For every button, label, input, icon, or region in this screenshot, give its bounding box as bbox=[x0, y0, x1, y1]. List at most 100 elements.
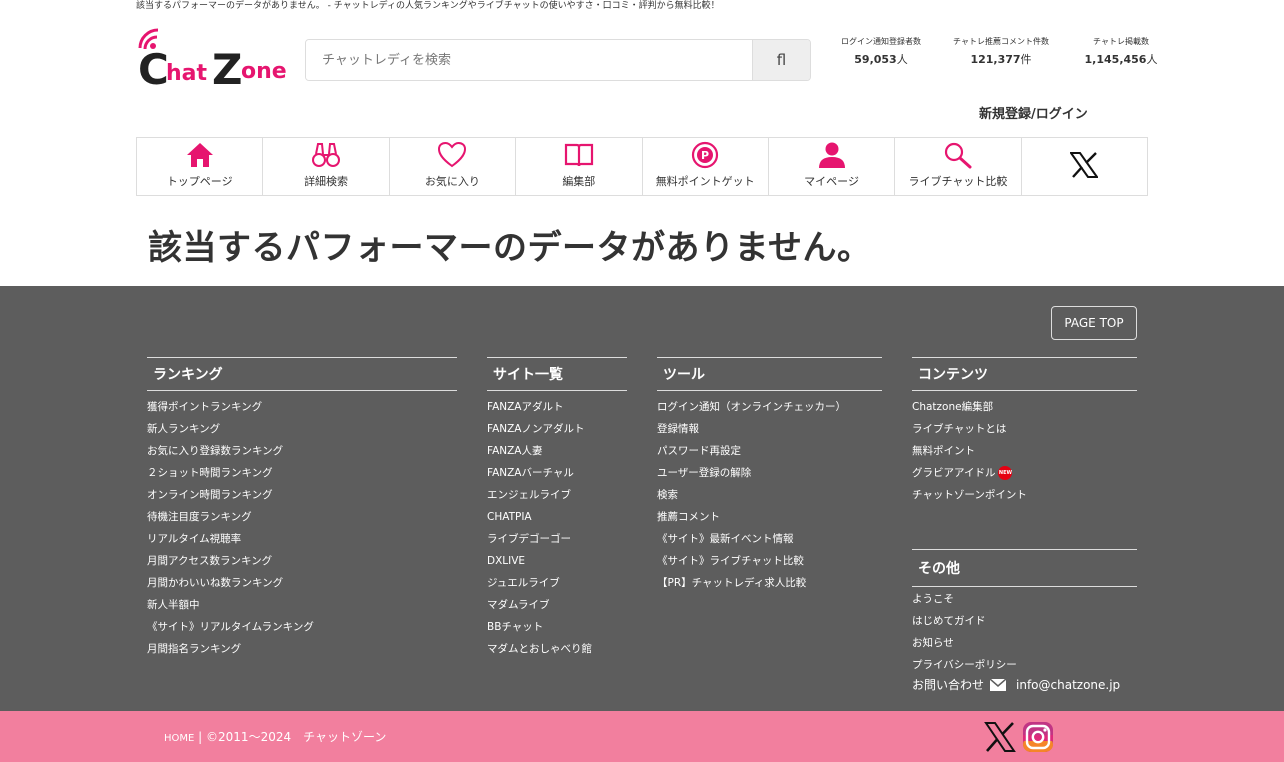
footer-heading: ランキング bbox=[147, 357, 457, 391]
stats: ログイン通知登録者数 59,053人 チャトレ推薦コメント件数 121,377件… bbox=[821, 36, 1181, 67]
footer-link[interactable]: 《サイト》リアルタイムランキング bbox=[147, 616, 457, 638]
footer-link[interactable]: CHATPIA bbox=[487, 506, 627, 528]
stat-label: チャトレ掲載数 bbox=[1093, 37, 1149, 46]
main-nav: トップページ 詳細検索 お気に入り 編集部 P 無料ポイントゲット マイページ … bbox=[136, 137, 1148, 196]
stat-unit: 人 bbox=[896, 53, 908, 66]
search-input[interactable] bbox=[306, 40, 752, 80]
footer-link[interactable]: 月間アクセス数ランキング bbox=[147, 550, 457, 572]
footer-link[interactable]: マダムとおしゃべり館 bbox=[487, 638, 627, 660]
footer-link[interactable]: DXLIVE bbox=[487, 550, 627, 572]
page-top-button[interactable]: PAGE TOP bbox=[1051, 306, 1137, 340]
stat-value: 121,377 bbox=[970, 53, 1021, 66]
footer-link[interactable]: Chatzone編集部 bbox=[912, 396, 1137, 418]
footer-link[interactable]: 月間指名ランキング bbox=[147, 638, 457, 660]
footer-link[interactable]: 《サイト》ライブチャット比較 bbox=[657, 550, 882, 572]
book-icon bbox=[564, 143, 593, 167]
footer-link-gravure[interactable]: グラビアアイドル NEW bbox=[912, 462, 1137, 484]
chatzone-logo[interactable]: C hat Z one bbox=[136, 28, 287, 94]
stat-value: 1,145,456 bbox=[1084, 53, 1147, 66]
nav-label: ライブチャット比較 bbox=[908, 175, 1008, 188]
magnifier-icon bbox=[944, 142, 972, 169]
social-links bbox=[984, 721, 1054, 753]
copyright: HOME | ©2011〜2024 チャットゾーン bbox=[164, 728, 386, 745]
nav-item-x[interactable] bbox=[1022, 138, 1147, 195]
copyright-text: ©2011〜2024 チャットゾーン bbox=[206, 730, 387, 744]
x-icon bbox=[1070, 151, 1099, 178]
footer-link[interactable]: チャットゾーンポイント bbox=[912, 484, 1137, 506]
nav-item-compare[interactable]: ライブチャット比較 bbox=[895, 138, 1022, 195]
footer-link[interactable]: マダムライブ bbox=[487, 594, 627, 616]
signup-login-link[interactable]: 新規登録/ログイン bbox=[979, 103, 1088, 122]
footer-link[interactable]: 新人ランキング bbox=[147, 418, 457, 440]
footer-link[interactable]: リアルタイム視聴率 bbox=[147, 528, 457, 550]
footer-link[interactable]: 月間かわいいね数ランキング bbox=[147, 572, 457, 594]
separator: | bbox=[198, 730, 207, 744]
binoculars-icon bbox=[312, 143, 341, 167]
footer-link-label: グラビアアイドル bbox=[912, 467, 996, 479]
footer-other: その他 ようこそ はじめてガイド お知らせ プライバシーポリシー bbox=[912, 549, 1137, 676]
search-button[interactable]: fl bbox=[752, 40, 810, 80]
stat-login-notify: ログイン通知登録者数 59,053人 bbox=[821, 36, 941, 67]
svg-text:Z: Z bbox=[212, 45, 242, 88]
instagram-icon[interactable] bbox=[1022, 721, 1054, 753]
mail-icon bbox=[990, 678, 1007, 691]
footer-link[interactable]: 無料ポイント bbox=[912, 440, 1137, 462]
nav-label: 編集部 bbox=[562, 175, 596, 188]
stat-comments: チャトレ推薦コメント件数 121,377件 bbox=[941, 36, 1061, 67]
home-icon bbox=[186, 143, 213, 167]
footer-link[interactable]: 推薦コメント bbox=[657, 506, 882, 528]
footer-link[interactable]: FANZAノンアダルト bbox=[487, 418, 627, 440]
footer-heading: サイト一覧 bbox=[487, 357, 627, 391]
footer-link[interactable]: ２ショット時間ランキング bbox=[147, 462, 457, 484]
contact-email-link[interactable]: info@chatzone.jp bbox=[1016, 678, 1120, 692]
top-notice: 該当するパフォーマーのデータがありません。 - チャットレディの人気ランキングや… bbox=[136, 1, 720, 11]
footer-link[interactable]: エンジェルライブ bbox=[487, 484, 627, 506]
footer-link[interactable]: プライバシーポリシー bbox=[912, 654, 1137, 676]
stat-listings: チャトレ掲載数 1,145,456人 bbox=[1061, 36, 1181, 67]
footer-link[interactable]: お知らせ bbox=[912, 632, 1137, 654]
footer: PAGE TOP ランキング 獲得ポイントランキング 新人ランキング お気に入り… bbox=[0, 286, 1284, 711]
footer-link[interactable]: ライブチャットとは bbox=[912, 418, 1137, 440]
footer-link[interactable]: 待機注目度ランキング bbox=[147, 506, 457, 528]
footer-link[interactable]: ライブデゴーゴー bbox=[487, 528, 627, 550]
nav-label: 無料ポイントゲット bbox=[655, 175, 755, 188]
footer-sites: サイト一覧 FANZAアダルト FANZAノンアダルト FANZA人妻 FANZ… bbox=[487, 357, 627, 660]
stat-label: ログイン通知登録者数 bbox=[841, 37, 921, 46]
home-link[interactable]: HOME bbox=[164, 733, 194, 744]
svg-text:C: C bbox=[138, 45, 169, 88]
nav-item-top[interactable]: トップページ bbox=[137, 138, 264, 195]
x-icon[interactable] bbox=[984, 721, 1016, 753]
footer-link[interactable]: パスワード再設定 bbox=[657, 440, 882, 462]
footer-link[interactable]: FANZA人妻 bbox=[487, 440, 627, 462]
nav-label: トップページ bbox=[166, 175, 233, 188]
footer-link[interactable]: ようこそ bbox=[912, 588, 1137, 610]
footer-link[interactable]: FANZAバーチャル bbox=[487, 462, 627, 484]
nav-item-mypage[interactable]: マイページ bbox=[769, 138, 896, 195]
footer-link[interactable]: お気に入り登録数ランキング bbox=[147, 440, 457, 462]
footer-link[interactable]: 獲得ポイントランキング bbox=[147, 396, 457, 418]
footer-link[interactable]: FANZAアダルト bbox=[487, 396, 627, 418]
footer-link[interactable]: ログイン通知（オンラインチェッカー） bbox=[657, 396, 882, 418]
footer-link[interactable]: 新人半額中 bbox=[147, 594, 457, 616]
point-icon: P bbox=[692, 141, 719, 169]
footer-link[interactable]: 【PR】チャットレディ求人比較 bbox=[657, 572, 882, 594]
footer-link[interactable]: 《サイト》最新イベント情報 bbox=[657, 528, 882, 550]
nav-item-free-points[interactable]: P 無料ポイントゲット bbox=[643, 138, 769, 195]
header: C hat Z one fl ログイン通知登録者数 59,053人 チャトレ推薦… bbox=[136, 28, 1157, 128]
footer-link[interactable]: BBチャット bbox=[487, 616, 627, 638]
nav-item-search[interactable]: 詳細検索 bbox=[263, 138, 390, 195]
nav-item-favorites[interactable]: お気に入り bbox=[390, 138, 517, 195]
svg-text:hat: hat bbox=[166, 61, 208, 86]
footer-link[interactable]: オンライン時間ランキング bbox=[147, 484, 457, 506]
nav-label: マイページ bbox=[804, 175, 859, 188]
footer-link[interactable]: 検索 bbox=[657, 484, 882, 506]
stat-unit: 件 bbox=[1020, 53, 1032, 66]
footer-link[interactable]: はじめてガイド bbox=[912, 610, 1137, 632]
footer-ranking: ランキング 獲得ポイントランキング 新人ランキング お気に入り登録数ランキング … bbox=[147, 357, 457, 660]
footer-link[interactable]: ジュエルライブ bbox=[487, 572, 627, 594]
new-badge: NEW bbox=[998, 466, 1013, 480]
nav-item-editorial[interactable]: 編集部 bbox=[516, 138, 643, 195]
footer-link[interactable]: 登録情報 bbox=[657, 418, 882, 440]
search-button-label: fl bbox=[776, 51, 787, 69]
footer-link[interactable]: ユーザー登録の解除 bbox=[657, 462, 882, 484]
